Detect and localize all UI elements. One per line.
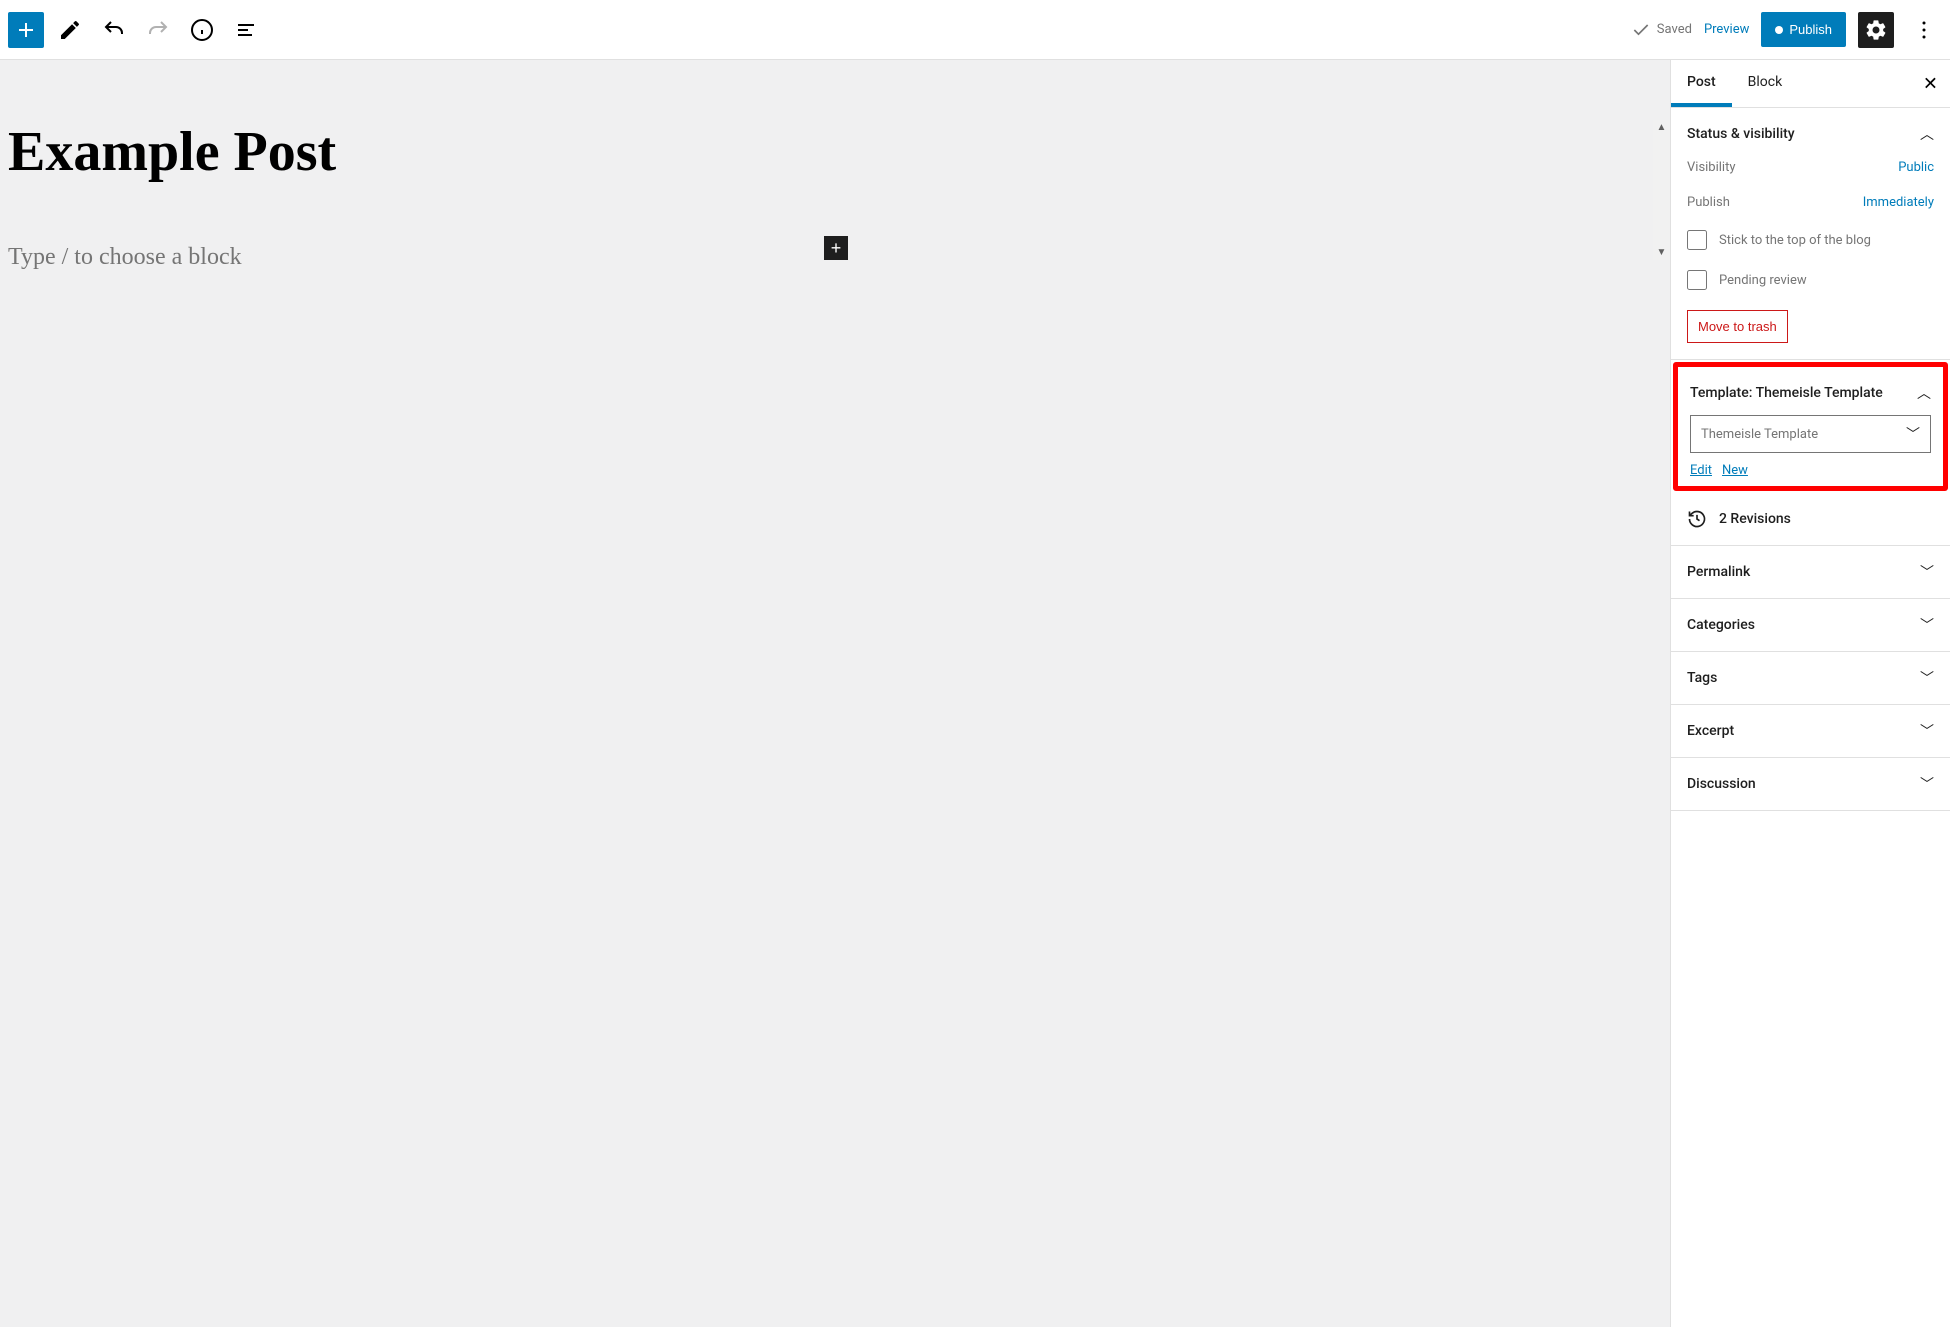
panel-permalink-header[interactable]: Permalink ﹀ — [1671, 546, 1950, 598]
chevron-down-icon: ﹀ — [1920, 562, 1934, 582]
panel-status-title: Status & visibility — [1687, 126, 1795, 142]
panel-categories-title: Categories — [1687, 617, 1755, 633]
panel-tags-title: Tags — [1687, 670, 1717, 686]
redo-icon — [146, 18, 170, 42]
chevron-up-icon: ︿ — [1917, 383, 1931, 403]
scroll-up-icon: ▲ — [1655, 120, 1669, 135]
tab-block[interactable]: Block — [1732, 60, 1799, 107]
revisions-label: 2 Revisions — [1719, 511, 1791, 527]
preview-button[interactable]: Preview — [1704, 22, 1749, 37]
info-button[interactable] — [184, 12, 220, 48]
gear-icon — [1864, 18, 1888, 42]
saved-indicator: Saved — [1631, 20, 1692, 40]
check-icon — [1631, 20, 1651, 40]
outline-button[interactable] — [228, 12, 264, 48]
more-options-button[interactable] — [1906, 12, 1942, 48]
chevron-up-icon: ︿ — [1920, 124, 1934, 144]
status-dot — [1775, 26, 1783, 34]
chevron-down-icon: ﹀ — [1906, 424, 1920, 444]
publish-label: Publish — [1789, 22, 1832, 37]
panel-tags-header[interactable]: Tags ﹀ — [1671, 652, 1950, 704]
list-icon — [234, 18, 258, 42]
undo-icon — [102, 18, 126, 42]
inline-add-block-button[interactable]: + — [824, 236, 848, 260]
panel-excerpt-header[interactable]: Excerpt ﹀ — [1671, 705, 1950, 757]
template-selected-value: Themeisle Template — [1701, 427, 1818, 442]
panel-discussion-header[interactable]: Discussion ﹀ — [1671, 758, 1950, 810]
history-icon — [1687, 509, 1707, 529]
panel-status-header[interactable]: Status & visibility ︿ — [1671, 108, 1950, 160]
template-select[interactable]: Themeisle Template ﹀ — [1690, 415, 1931, 453]
stick-checkbox[interactable] — [1687, 230, 1707, 250]
panel-discussion-title: Discussion — [1687, 776, 1756, 792]
scrollbar[interactable]: ▲ ▼ — [1653, 120, 1670, 260]
post-title[interactable]: Example Post — [8, 120, 848, 184]
pending-checkbox[interactable] — [1687, 270, 1707, 290]
toolbar-left — [8, 12, 264, 48]
pending-checkbox-row[interactable]: Pending review — [1687, 270, 1934, 290]
publish-value[interactable]: Immediately — [1863, 195, 1934, 210]
add-block-button[interactable] — [8, 12, 44, 48]
panel-template-header[interactable]: Template: Themeisle Template ︿ — [1690, 379, 1931, 415]
template-new-link[interactable]: New — [1722, 463, 1748, 478]
move-to-trash-button[interactable]: Move to trash — [1687, 310, 1788, 343]
tab-post[interactable]: Post — [1671, 60, 1732, 107]
panel-template-title: Template: Themeisle Template — [1690, 385, 1883, 401]
publish-button[interactable]: Publish — [1761, 12, 1846, 47]
editor-canvas[interactable]: Example Post Type / to choose a block + … — [0, 60, 1670, 1327]
kebab-icon — [1912, 18, 1936, 42]
stick-label: Stick to the top of the blog — [1719, 233, 1871, 248]
visibility-value[interactable]: Public — [1898, 160, 1934, 175]
placeholder-text: Type / to choose a block — [8, 244, 242, 270]
scroll-down-icon: ▼ — [1655, 245, 1669, 260]
panel-categories-header[interactable]: Categories ﹀ — [1671, 599, 1950, 651]
plus-icon — [14, 18, 38, 42]
panel-permalink-title: Permalink — [1687, 564, 1750, 580]
settings-button[interactable] — [1858, 12, 1894, 48]
chevron-down-icon: ﹀ — [1920, 774, 1934, 794]
visibility-label: Visibility — [1687, 160, 1736, 175]
toolbar-right: Saved Preview Publish — [1631, 12, 1942, 48]
pencil-icon — [58, 18, 82, 42]
chevron-down-icon: ﹀ — [1920, 615, 1934, 635]
panel-excerpt-title: Excerpt — [1687, 723, 1734, 739]
saved-label: Saved — [1657, 22, 1692, 37]
publish-label: Publish — [1687, 195, 1730, 210]
redo-button[interactable] — [140, 12, 176, 48]
pending-label: Pending review — [1719, 273, 1807, 288]
chevron-down-icon: ﹀ — [1920, 721, 1934, 741]
stick-checkbox-row[interactable]: Stick to the top of the blog — [1687, 230, 1934, 250]
template-edit-link[interactable]: Edit — [1690, 463, 1712, 478]
edit-mode-button[interactable] — [52, 12, 88, 48]
block-placeholder[interactable]: Type / to choose a block + — [8, 244, 848, 271]
chevron-down-icon: ﹀ — [1920, 668, 1934, 688]
template-panel-highlighted: Template: Themeisle Template ︿ Themeisle… — [1673, 362, 1948, 491]
settings-sidebar: Post Block ✕ Status & visibility ︿ Visib… — [1670, 60, 1950, 1327]
revisions-row[interactable]: 2 Revisions — [1671, 493, 1950, 546]
info-icon — [190, 18, 214, 42]
undo-button[interactable] — [96, 12, 132, 48]
close-sidebar-button[interactable]: ✕ — [1919, 69, 1942, 98]
